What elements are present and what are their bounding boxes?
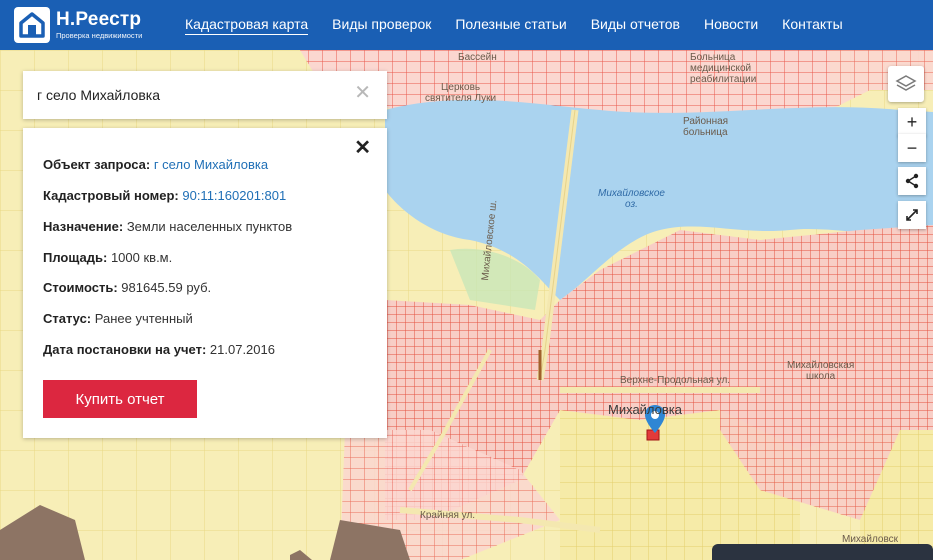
map-label-lake: Михайловское оз. (598, 188, 665, 210)
info-row-area: Площадь: 1000 кв.м. (43, 250, 172, 265)
search-input[interactable] (37, 87, 337, 103)
info-label: Дата постановки на учет: (43, 342, 207, 357)
main-nav: Кадастровая карта Виды проверок Полезные… (185, 0, 867, 50)
house-icon (14, 7, 50, 43)
info-label: Площадь: (43, 250, 108, 265)
map-label-district-hospital: Районная больница (683, 116, 729, 138)
map-label-pool: Бассейн (458, 52, 497, 63)
nav-item-news[interactable]: Новости (704, 16, 758, 34)
map-label-hospital: Больница медицинской реабилитации (690, 52, 757, 85)
info-label: Объект запроса: (43, 157, 151, 172)
bottom-popup[interactable] (712, 544, 933, 560)
top-header: Н.Реестр Проверка недвижимости Кадастров… (0, 0, 933, 50)
brand-logo[interactable]: Н.Реестр Проверка недвижимости (14, 0, 142, 50)
info-row-status: Статус: Ранее учтенный (43, 311, 193, 326)
object-info-card: ✕ Объект запроса: г село Михайловка Када… (23, 128, 387, 438)
nav-item-cadastral-map[interactable]: Кадастровая карта (185, 16, 309, 35)
share-button[interactable] (898, 167, 926, 195)
info-label: Статус: (43, 311, 92, 326)
zoom-out-button[interactable]: − (898, 134, 926, 162)
info-row-purpose: Назначение: Земли населенных пунктов (43, 219, 292, 234)
map-label-village: Михайловка (608, 402, 683, 417)
cadastral-number-link[interactable]: 90:11:160201:801 (182, 188, 286, 203)
info-value: 21.07.2016 (209, 342, 275, 357)
brand-title: Н.Реестр (56, 9, 142, 31)
info-value: Ранее учтенный (94, 311, 193, 326)
share-icon (905, 173, 919, 189)
info-value: Земли населенных пунктов (126, 219, 293, 234)
layers-button[interactable] (888, 66, 924, 102)
zoom-in-button[interactable]: + (898, 108, 926, 136)
map-label-street-krainyaya: Крайняя ул. (420, 510, 476, 521)
close-icon[interactable]: ✕ (354, 138, 371, 158)
map-label-church: Церковь святителя Луки (425, 82, 497, 104)
info-label: Стоимость: (43, 280, 118, 295)
info-label: Кадастровый номер: (43, 188, 179, 203)
fullscreen-button[interactable] (898, 201, 926, 229)
nav-item-check-types[interactable]: Виды проверок (332, 16, 431, 34)
info-row-object: Объект запроса: г село Михайловка (43, 157, 268, 172)
info-label: Назначение: (43, 219, 124, 234)
nav-item-report-types[interactable]: Виды отчетов (591, 16, 680, 34)
info-row-cadastral-number: Кадастровый номер: 90:11:160201:801 (43, 188, 286, 203)
info-row-registration-date: Дата постановки на учет: 21.07.2016 (43, 342, 275, 357)
info-row-cost: Стоимость: 981645.59 руб. (43, 280, 211, 295)
object-link[interactable]: г село Михайловка (154, 157, 268, 172)
brand-subtitle: Проверка недвижимости (56, 31, 143, 41)
info-value: 1000 кв.м. (110, 250, 173, 265)
buy-report-button[interactable]: Купить отчет (43, 380, 197, 418)
search-box: ✕ (23, 71, 387, 119)
nav-item-contacts[interactable]: Контакты (782, 16, 842, 34)
map-label-school: Михайловская школа (787, 360, 855, 382)
layers-icon (895, 75, 917, 91)
info-value: 981645.59 руб. (121, 280, 212, 295)
nav-item-articles[interactable]: Полезные статьи (455, 16, 566, 34)
fullscreen-icon (906, 209, 918, 221)
close-icon[interactable]: ✕ (354, 83, 371, 103)
map-label-street-verkhne-prodolnaya: Верхне-Продольная ул. (620, 375, 731, 386)
